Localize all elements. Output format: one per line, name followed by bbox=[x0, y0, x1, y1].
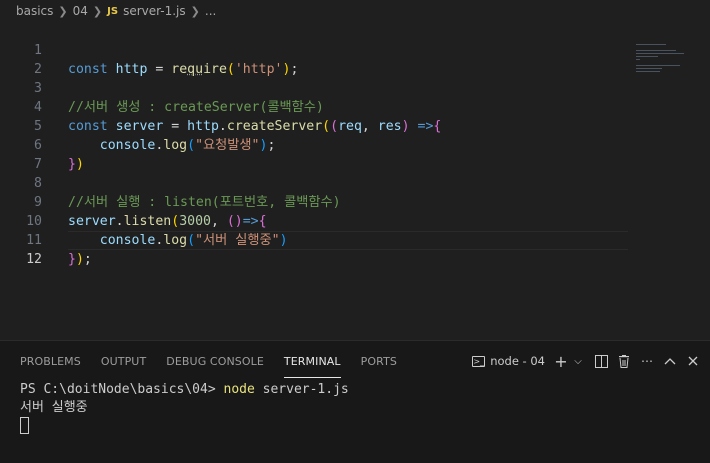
code-line[interactable]: 6 }) bbox=[0, 117, 84, 172]
token-variable: server bbox=[68, 214, 116, 229]
token-function: log bbox=[163, 233, 188, 248]
split-editor-icon[interactable] bbox=[594, 352, 608, 370]
terminal-cursor bbox=[20, 417, 29, 434]
breadcrumb-item-symbols[interactable]: ... bbox=[205, 4, 216, 18]
token-keyword: const bbox=[68, 62, 108, 77]
token-function-part: qu bbox=[187, 62, 204, 77]
token-function-part: re bbox=[171, 62, 188, 77]
breadcrumb: basics ❯ 04 ❯ JS server-1.js ❯ ... bbox=[0, 0, 710, 22]
token-operator: = bbox=[171, 119, 180, 134]
token-string: 'http' bbox=[234, 62, 283, 77]
code-line[interactable]: 4 const server = http.createServer((req,… bbox=[0, 79, 441, 134]
terminal-icon: >_ bbox=[472, 355, 486, 367]
token-variable: console bbox=[99, 233, 156, 248]
code-line[interactable]: 9 server.listen(3000, ()=>{ bbox=[0, 174, 267, 229]
token-string: "요청발생" bbox=[195, 138, 260, 153]
terminal-command: node bbox=[223, 382, 255, 397]
close-icon[interactable] bbox=[686, 352, 700, 370]
code-line[interactable]: 2 bbox=[0, 41, 42, 77]
terminal-name: node - 04 bbox=[490, 354, 545, 368]
javascript-file-icon: JS bbox=[107, 5, 119, 17]
chevron-up-icon[interactable] bbox=[663, 352, 677, 370]
plus-icon[interactable]: + bbox=[554, 352, 568, 371]
token-variable: console bbox=[99, 138, 156, 153]
tab-terminal[interactable]: TERMINAL bbox=[283, 351, 341, 378]
token-function: createServer bbox=[226, 119, 323, 134]
tab-output[interactable]: OUTPUT bbox=[101, 351, 146, 372]
token-variable: http bbox=[187, 119, 219, 134]
code-editor[interactable]: 1 const http = require('http'); 2 3 //서버… bbox=[0, 22, 710, 340]
token-operator: = bbox=[155, 62, 164, 77]
chevron-right-icon: ❯ bbox=[190, 4, 200, 18]
token-variable: http bbox=[115, 62, 148, 77]
terminal-args: server-1.js bbox=[254, 382, 349, 397]
token-number: 3000 bbox=[179, 214, 211, 229]
terminal-selector[interactable]: >_ node - 04 bbox=[472, 354, 545, 368]
token-function: listen bbox=[123, 214, 172, 229]
code-line[interactable]: 7 bbox=[0, 136, 42, 172]
token-comment: //서버 실행 : listen(포트번호, 콜백함수) bbox=[68, 195, 341, 210]
token-function: log bbox=[163, 138, 188, 153]
chevron-right-icon: ❯ bbox=[58, 4, 68, 18]
tab-debug-console[interactable]: DEBUG CONSOLE bbox=[166, 351, 264, 372]
token-function-part: ire bbox=[203, 62, 227, 77]
code-line[interactable]: 11 }); bbox=[0, 212, 92, 267]
trash-icon[interactable] bbox=[617, 352, 631, 370]
minimap[interactable] bbox=[636, 44, 686, 84]
tab-problems[interactable]: PROBLEMS bbox=[20, 351, 81, 372]
chevron-down-icon[interactable]: ⌵ bbox=[571, 352, 585, 370]
code-line[interactable]: 10 console.log("서버 실행중") bbox=[0, 193, 287, 248]
bottom-panel: PROBLEMS OUTPUT DEBUG CONSOLE TERMINAL P… bbox=[0, 340, 710, 463]
line-number: 12 bbox=[26, 252, 42, 267]
terminal-output-line: 서버 실행중 bbox=[20, 400, 88, 415]
breadcrumb-item-file[interactable]: server-1.js bbox=[123, 4, 186, 18]
chevron-right-icon: ❯ bbox=[92, 4, 103, 18]
breadcrumb-item-04[interactable]: 04 bbox=[73, 4, 88, 18]
token-param: res bbox=[377, 119, 402, 134]
token-keyword: const bbox=[68, 119, 108, 134]
panel-actions: >_ node - 04 + ⌵ ⋯ bbox=[472, 341, 700, 381]
token-param: req bbox=[338, 119, 362, 134]
terminal-output[interactable]: PS C:\doitNode\basics\04> node server-1.… bbox=[20, 381, 349, 435]
code-line[interactable]: 1 const http = require('http'); bbox=[0, 22, 298, 77]
code-line[interactable]: 5 console.log("요청발생"); bbox=[0, 98, 275, 153]
panel-tabs: PROBLEMS OUTPUT DEBUG CONSOLE TERMINAL P… bbox=[0, 341, 397, 381]
breadcrumb-item-basics[interactable]: basics bbox=[16, 4, 53, 18]
code-line[interactable]: 3 //서버 생성 : createServer(콜백함수) bbox=[0, 60, 324, 115]
token-comment: //서버 생성 : createServer(콜백함수) bbox=[68, 100, 324, 115]
tab-ports[interactable]: PORTS bbox=[361, 351, 397, 372]
token-variable: server bbox=[115, 119, 164, 134]
terminal-prompt: PS C:\doitNode\basics\04> bbox=[20, 382, 224, 397]
ellipsis-icon[interactable]: ⋯ bbox=[640, 352, 654, 370]
token-function: require bbox=[171, 62, 227, 77]
code-line[interactable]: 12 bbox=[0, 231, 42, 267]
token-string: "서버 실행중" bbox=[195, 233, 280, 248]
code-line[interactable]: 8 //서버 실행 : listen(포트번호, 콜백함수) bbox=[0, 155, 341, 210]
